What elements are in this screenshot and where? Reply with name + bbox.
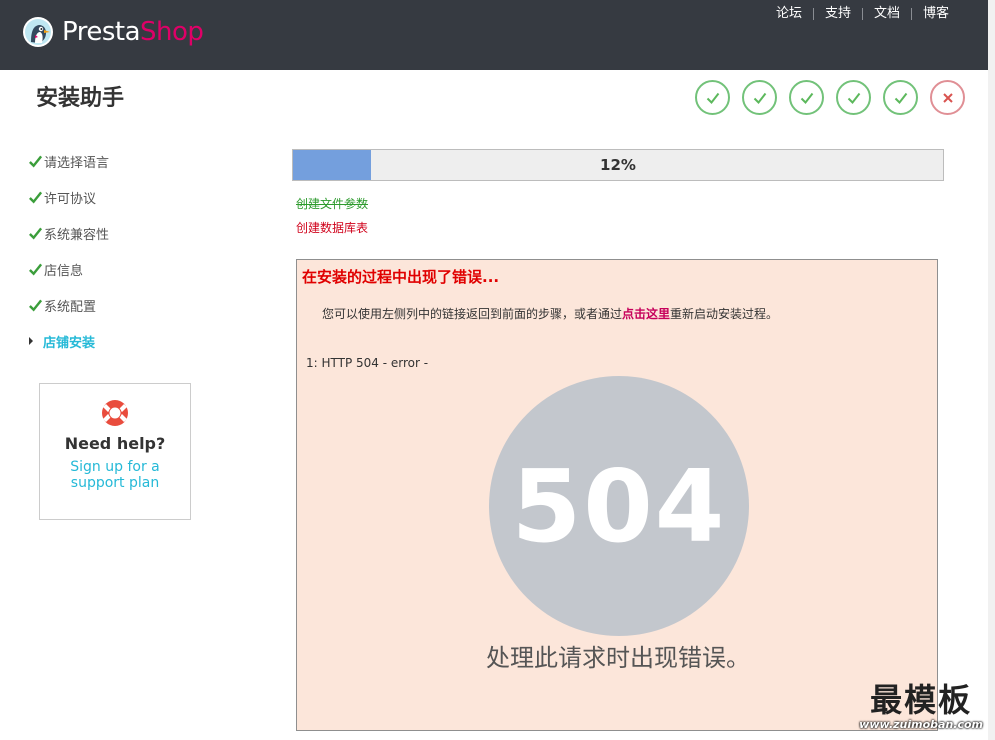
logo-text-presta: Presta: [62, 17, 141, 47]
sidebar-item-system-config[interactable]: 系统配置: [28, 287, 228, 323]
progress-label: 12%: [600, 156, 636, 174]
sidebar-item-label: 请选择语言: [44, 155, 110, 171]
check-icon: [29, 155, 43, 168]
page-title: 安装助手: [36, 86, 125, 111]
step-indicator-5: [883, 80, 918, 115]
help-title: Need help?: [64, 434, 166, 453]
check-icon: [29, 227, 43, 240]
error-title: 在安装的过程中出现了错误...: [302, 268, 500, 286]
watermark: 最模板 www.zuimoban.com: [859, 682, 983, 731]
sidebar-item-label: 系统兼容性: [44, 227, 110, 243]
lifebuoy-icon: [102, 400, 128, 426]
step-indicator-3: [789, 80, 824, 115]
check-icon: [29, 263, 43, 276]
error-message: 您可以使用左侧列中的链接返回到前面的步骤，或者通过点击这里重新启动安装过程。: [322, 305, 778, 322]
restart-install-link[interactable]: 点击这里: [622, 307, 670, 321]
step-indicator-4: [836, 80, 871, 115]
nav-blog-link[interactable]: 博客: [912, 6, 960, 22]
sidebar-item-label: 店信息: [44, 263, 84, 279]
error-message-after: 重新启动安装过程。: [670, 307, 779, 321]
error-code-circle: 504: [489, 376, 749, 636]
scrollbar-track[interactable]: [988, 0, 995, 740]
install-steps-sidebar: 请选择语言 许可协议 系统兼容性 店信息 系统配置 店铺安装: [28, 143, 228, 359]
sidebar-item-store-info[interactable]: 店信息: [28, 251, 228, 287]
check-icon: [894, 92, 907, 104]
puffin-logo-icon: [23, 17, 53, 47]
nav-support-link[interactable]: 支持: [814, 6, 862, 22]
error-caption: 处理此请求时出现错误。: [486, 644, 750, 672]
sidebar-item-store-install[interactable]: 店铺安装: [28, 323, 228, 359]
sidebar-item-label: 店铺安装: [43, 335, 96, 351]
step-indicators: [695, 80, 977, 115]
check-icon: [29, 299, 43, 312]
sidebar-item-language[interactable]: 请选择语言: [28, 143, 228, 179]
nav-forum-link[interactable]: 论坛: [765, 6, 813, 22]
sidebar-item-label: 系统配置: [44, 299, 97, 315]
sidebar-item-label: 许可协议: [44, 191, 97, 207]
sidebar-item-compatibility[interactable]: 系统兼容性: [28, 215, 228, 251]
install-progress-bar: 12%: [292, 149, 944, 181]
step-indicator-2: [742, 80, 777, 115]
task-failed-text: 创建数据库表: [296, 221, 369, 235]
support-plan-link[interactable]: Sign up for a support plan: [40, 459, 190, 491]
watermark-url: www.zuimoban.com: [859, 718, 983, 731]
check-icon: [753, 92, 766, 104]
top-header: PrestaShop 论坛 支持 文档 博客: [0, 0, 988, 70]
nav-docs-link[interactable]: 文档: [863, 6, 911, 22]
help-box: Need help? Sign up for a support plan: [39, 383, 191, 520]
error-code: 504: [511, 447, 727, 565]
watermark-text: 最模板: [870, 681, 973, 719]
top-nav: 论坛 支持 文档 博客: [765, 6, 960, 22]
close-icon: [942, 92, 953, 103]
check-icon: [29, 191, 43, 204]
step-indicator-6: [930, 80, 965, 115]
check-icon: [706, 92, 719, 104]
check-icon: [800, 92, 813, 104]
caret-right-icon: [28, 337, 43, 345]
task-done-text: 创建文件参数: [296, 197, 369, 211]
logo-text-shop: Shop: [140, 17, 204, 47]
prestashop-logo[interactable]: PrestaShop: [22, 16, 204, 48]
error-panel: 在安装的过程中出现了错误... 您可以使用左侧列中的链接返回到前面的步骤，或者通…: [296, 259, 938, 731]
error-detail: 1: HTTP 504 - error -: [306, 356, 429, 370]
check-icon: [847, 92, 860, 104]
step-indicator-1: [695, 80, 730, 115]
error-message-before: 您可以使用左侧列中的链接返回到前面的步骤，或者通过: [322, 307, 623, 321]
logo-text: PrestaShop: [62, 16, 204, 48]
sidebar-item-license[interactable]: 许可协议: [28, 179, 228, 215]
